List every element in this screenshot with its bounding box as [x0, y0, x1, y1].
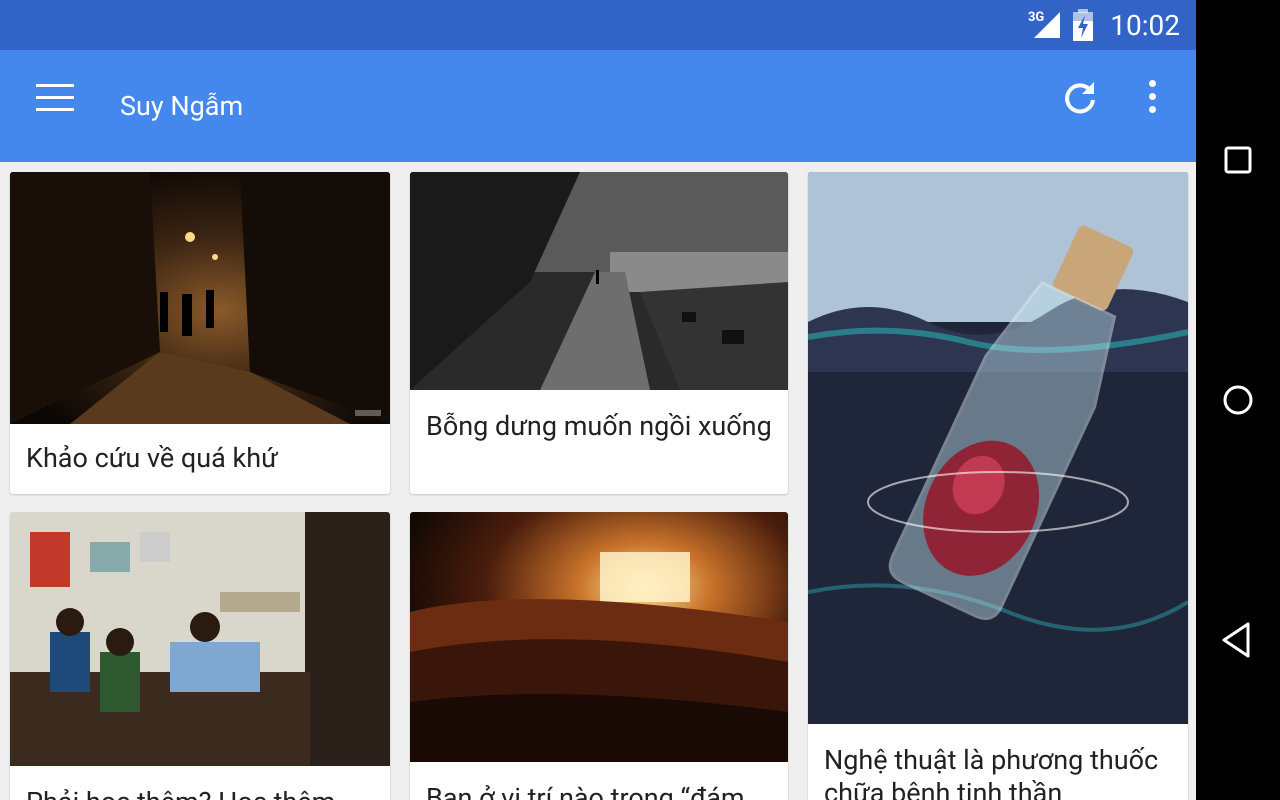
article-title: Phải học thêm? Học thêm — [26, 786, 376, 800]
article-card[interactable]: Nghệ thuật là phương thuốc chữa bệnh tin… — [808, 172, 1188, 800]
network-type-label: 3G — [1027, 9, 1045, 25]
navigation-bar — [1196, 0, 1280, 800]
article-image-park-path — [410, 172, 788, 390]
refresh-icon[interactable] — [1060, 78, 1100, 118]
more-vert-icon[interactable] — [1140, 80, 1164, 120]
app-bar: Suy Ngẫm — [0, 50, 1196, 162]
article-image-heart-bottle — [808, 172, 1188, 724]
article-title: Nghệ thuật là phương thuốc chữa bệnh tin… — [824, 744, 1159, 800]
article-grid: Khảo cứu về quá khứ Bỗng dưng muốn ngồi … — [0, 162, 1196, 800]
article-card[interactable]: Bỗng dưng muốn ngồi xuống — [410, 172, 788, 494]
menu-icon[interactable] — [36, 84, 76, 114]
article-image-classroom — [10, 512, 390, 766]
article-card[interactable]: Khảo cứu về quá khứ — [10, 172, 390, 494]
article-card[interactable]: Phải học thêm? Học thêm — [10, 512, 390, 800]
article-card[interactable]: Bạn ở vị trí nào trong “đám — [410, 512, 788, 800]
app-title: Suy Ngẫm — [120, 90, 244, 122]
battery-charging-icon — [1073, 9, 1094, 41]
circle-icon[interactable] — [1218, 380, 1258, 420]
article-title: Khảo cứu về quá khứ — [26, 442, 278, 474]
triangle-back-icon[interactable] — [1218, 620, 1258, 660]
article-image-concert-crowd — [410, 512, 788, 762]
article-image-night-street — [10, 172, 390, 424]
status-bar: 3G 10:02 — [0, 0, 1196, 50]
status-icons: 3G 10:02 — [1028, 0, 1180, 50]
square-icon[interactable] — [1218, 140, 1258, 180]
clock: 10:02 — [1110, 8, 1180, 42]
article-title: Bạn ở vị trí nào trong “đám — [426, 782, 745, 800]
article-title: Bỗng dưng muốn ngồi xuống — [426, 410, 772, 442]
